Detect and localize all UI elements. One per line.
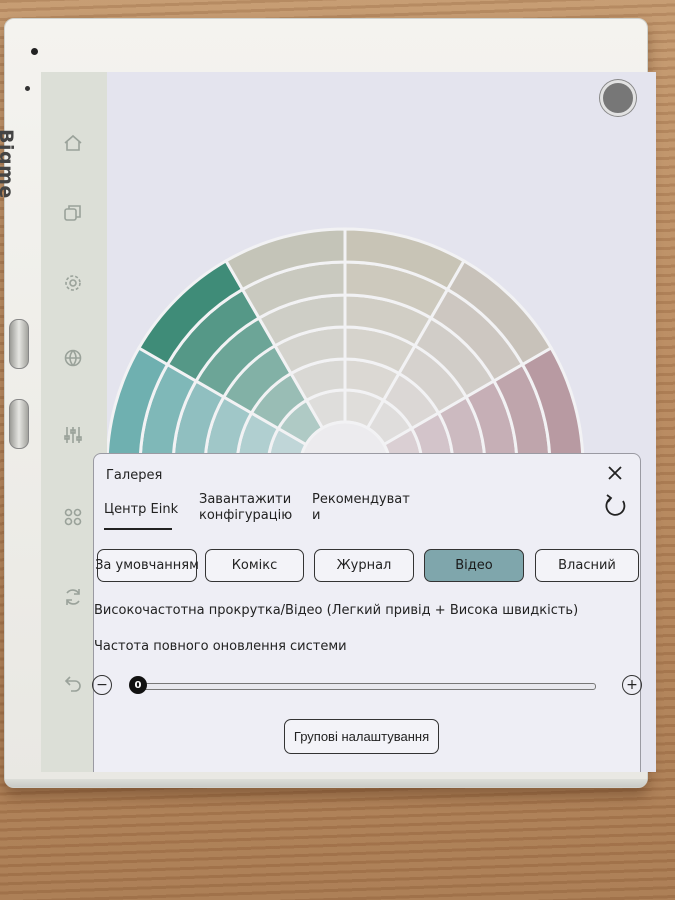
screen: Галерея Центр Eink Завантажити конфігура… — [41, 72, 656, 772]
floating-menu-button[interactable] — [600, 80, 636, 116]
ereader-device: Bigme Галерея Центр Eink Завантажити кон… — [0, 18, 656, 788]
active-tab-indicator — [104, 528, 172, 530]
decrease-button[interactable]: − — [92, 675, 112, 695]
eink-settings-panel: Галерея Центр Eink Завантажити конфігура… — [92, 453, 642, 772]
home-icon[interactable] — [62, 132, 84, 154]
apps-icon[interactable] — [62, 506, 84, 528]
camera-dot — [31, 48, 38, 55]
increase-button[interactable]: + — [622, 675, 642, 695]
close-icon[interactable] — [604, 462, 626, 484]
group-settings-button[interactable]: Групові налаштування — [284, 719, 439, 754]
mode-description: Високочастотна прокрутка/Відео (Легкий п… — [94, 603, 579, 618]
gear-icon[interactable] — [62, 272, 84, 294]
page-down-button[interactable] — [9, 399, 29, 449]
layers-icon[interactable] — [62, 202, 84, 224]
tab-eink-center[interactable]: Центр Eink — [104, 502, 178, 518]
tab-load-config[interactable]: Завантажити конфігурацію — [199, 492, 292, 524]
mode-custom-button[interactable]: Власний — [535, 549, 639, 582]
mode-video-button[interactable]: Відео — [424, 549, 524, 582]
mode-magazine-button[interactable]: Журнал — [314, 549, 414, 582]
refresh-slider-track[interactable] — [138, 683, 596, 690]
brand-logo: Bigme — [0, 129, 17, 199]
back-icon[interactable] — [62, 672, 84, 694]
mode-comic-button[interactable]: Комікс — [205, 549, 304, 582]
refresh-slider-handle[interactable]: 0 — [129, 676, 147, 694]
sliders-icon[interactable] — [62, 424, 84, 446]
tab-recommend[interactable]: Рекомендуват и — [312, 492, 410, 524]
light-sensor-dot — [25, 86, 30, 91]
refresh-rate-label: Частота повного оновлення системи — [94, 639, 347, 654]
refresh-icon[interactable] — [602, 492, 630, 520]
globe-icon[interactable] — [62, 347, 84, 369]
mode-default-button[interactable]: За умовчанням — [95, 549, 199, 582]
panel-title: Галерея — [106, 468, 163, 483]
device-bottom-edge — [5, 779, 647, 787]
sync-icon[interactable] — [62, 586, 84, 608]
page-up-button[interactable] — [9, 319, 29, 369]
